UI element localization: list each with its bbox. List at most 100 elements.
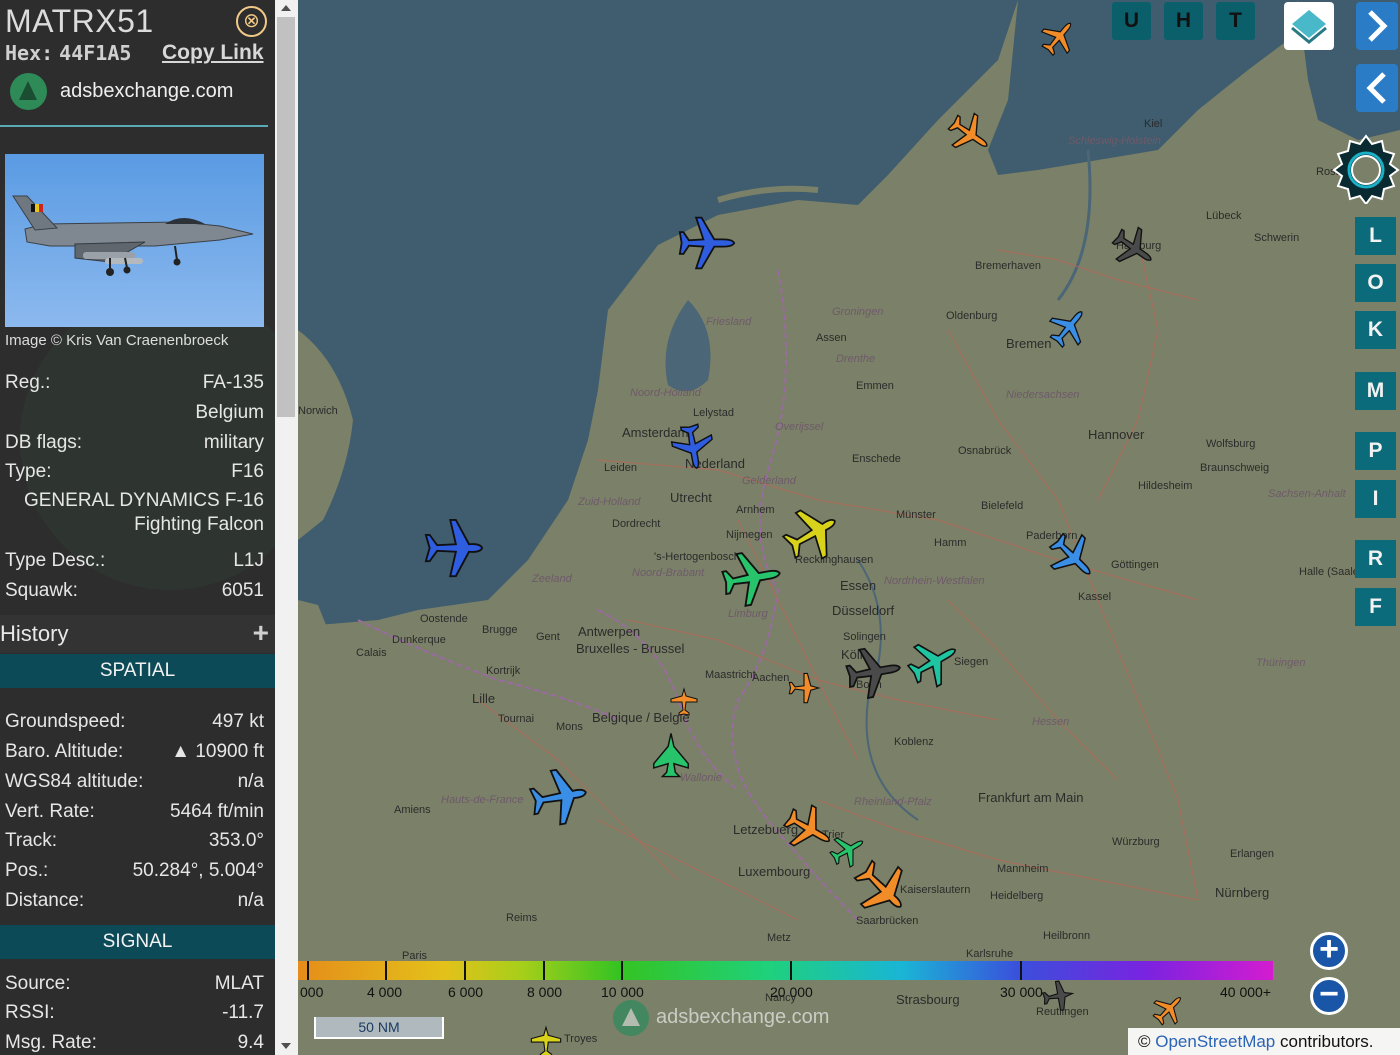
toggle-o-button[interactable]: O	[1355, 264, 1396, 302]
squawk-value: 6051	[221, 580, 264, 601]
place-label: Oldenburg	[946, 310, 998, 322]
legend-label: 20 000	[770, 984, 813, 1000]
toggle-t-button[interactable]: T	[1216, 2, 1255, 40]
place-label: Koblenz	[894, 736, 934, 748]
squawk-label: Squawk:	[5, 580, 78, 601]
spatial-row-value: 353.0°	[208, 830, 264, 851]
place-label: Würzburg	[1112, 836, 1160, 848]
spatial-row-label: WGS84 altitude:	[5, 771, 144, 792]
toggle-m-button[interactable]: M	[1355, 372, 1396, 410]
copy-link[interactable]: Copy Link	[162, 41, 264, 65]
sidebar-scrollbar[interactable]	[275, 0, 298, 1055]
aircraft-marker-icon[interactable]	[786, 670, 822, 706]
place-label: Münster	[896, 509, 936, 521]
place-label: Friesland	[706, 316, 752, 328]
place-label: Schwerin	[1254, 232, 1300, 244]
place-label: Sachsen-Anhalt	[1268, 488, 1346, 500]
toggle-l-button[interactable]: L	[1355, 217, 1396, 255]
place-label: Bielefeld	[981, 500, 1024, 512]
signal-row-value: 9.4	[237, 1032, 264, 1053]
zoom-out-button[interactable]: −	[1310, 977, 1348, 1015]
place-label: Luxembourg	[738, 864, 811, 879]
aircraft-marker-icon[interactable]	[717, 543, 787, 613]
place-label: Gent	[536, 631, 560, 643]
zoom-in-button[interactable]: +	[1310, 932, 1348, 970]
place-label: Lübeck	[1206, 210, 1242, 222]
map-scale: 50 NM	[314, 1017, 444, 1039]
spatial-row-value: ▲ 10900 ft	[171, 741, 264, 762]
model-line-2: Fighting Falcon	[134, 514, 264, 535]
spatial-section-header: SPATIAL	[0, 654, 275, 688]
legend-label: 30 000	[1000, 984, 1043, 1000]
place-label: Overijssel	[775, 421, 824, 433]
scroll-down-arrow-icon[interactable]	[281, 1043, 291, 1049]
aircraft-marker-icon[interactable]	[424, 518, 484, 578]
place-label: Hannover	[1088, 427, 1145, 442]
legend-tick	[385, 961, 387, 980]
place-label: Brugge	[482, 624, 518, 636]
scrollbar-thumb[interactable]	[277, 17, 295, 417]
place-label: Zuid-Holland	[578, 496, 641, 508]
spatial-row-label: Baro. Altitude:	[5, 741, 124, 762]
chevron-right-icon	[1368, 10, 1388, 42]
place-label: Utrecht	[670, 490, 712, 505]
signal-section-header: SIGNAL	[0, 925, 275, 959]
signal-row-label: RSSI:	[5, 1002, 55, 1023]
aircraft-photo[interactable]	[5, 154, 264, 327]
aircraft-marker-icon[interactable]	[668, 686, 700, 718]
close-panel-button[interactable]: ⊗	[236, 6, 267, 37]
map-view[interactable]: KielLübeckSchwerinRostockHamburgBremerha…	[298, 0, 1400, 1055]
legend-tick	[464, 961, 466, 980]
scroll-up-arrow-icon[interactable]	[281, 5, 291, 11]
aircraft-marker-icon[interactable]	[1037, 975, 1079, 1017]
place-label: Solingen	[843, 631, 886, 643]
place-label: Göttingen	[1111, 559, 1159, 571]
openstreetmap-link[interactable]: OpenStreetMap	[1155, 1032, 1275, 1051]
aircraft-marker-icon[interactable]	[525, 763, 592, 830]
place-label: Metz	[767, 932, 791, 944]
layers-icon	[1291, 10, 1327, 44]
dbflags-label: DB flags:	[5, 432, 83, 453]
place-label: Groningen	[832, 306, 884, 318]
toggle-f-button[interactable]: F	[1355, 588, 1396, 626]
typedesc-value: L1J	[233, 550, 264, 571]
place-label: Wolfsburg	[1206, 438, 1256, 450]
place-label: Zeeland	[532, 573, 572, 585]
toggle-i-button[interactable]: I	[1355, 480, 1396, 518]
place-label: Oostende	[420, 613, 468, 625]
aircraft-marker-icon[interactable]	[666, 420, 719, 473]
place-label: Assen	[816, 332, 847, 344]
aircraft-marker-icon[interactable]	[528, 1024, 564, 1055]
place-label: Maastricht	[705, 669, 756, 681]
toggle-r-button[interactable]: R	[1355, 540, 1396, 578]
previous-aircraft-button[interactable]	[1356, 64, 1398, 112]
attribution-prefix: ©	[1138, 1032, 1156, 1051]
settings-gear-button[interactable]	[1332, 132, 1400, 206]
place-label: Halle (Saale)	[1299, 566, 1363, 578]
place-label: Reims	[506, 912, 538, 924]
place-label: Thüringen	[1256, 657, 1306, 669]
place-label: Kiel	[1144, 118, 1163, 130]
history-label: History	[0, 621, 69, 646]
toggle-u-button[interactable]: U	[1112, 2, 1151, 40]
signal-row-label: Source:	[5, 973, 71, 994]
layers-button[interactable]	[1284, 2, 1334, 50]
place-label: Schleswig-Holstein	[1068, 135, 1161, 147]
place-label: Strasbourg	[896, 992, 960, 1007]
toggle-h-button[interactable]: H	[1164, 2, 1203, 40]
next-aircraft-button[interactable]	[1356, 2, 1398, 50]
legend-label: 40 000+	[1220, 984, 1271, 1000]
toggle-p-button[interactable]: P	[1355, 432, 1396, 470]
aircraft-marker-icon[interactable]	[648, 732, 694, 778]
place-label: Tournai	[498, 713, 535, 725]
aircraft-marker-icon[interactable]	[842, 640, 907, 705]
expand-plus-icon[interactable]: +	[253, 617, 269, 649]
aircraft-marker-icon[interactable]	[678, 214, 736, 272]
place-label: Mannheim	[997, 863, 1049, 875]
place-label: Hessen	[1032, 716, 1070, 728]
place-label: Düsseldorf	[832, 603, 895, 618]
history-section-header[interactable]: History +	[0, 615, 275, 653]
attribution-suffix: contributors.	[1275, 1032, 1374, 1051]
place-label: Troyes	[564, 1033, 598, 1045]
toggle-k-button[interactable]: K	[1355, 311, 1396, 349]
